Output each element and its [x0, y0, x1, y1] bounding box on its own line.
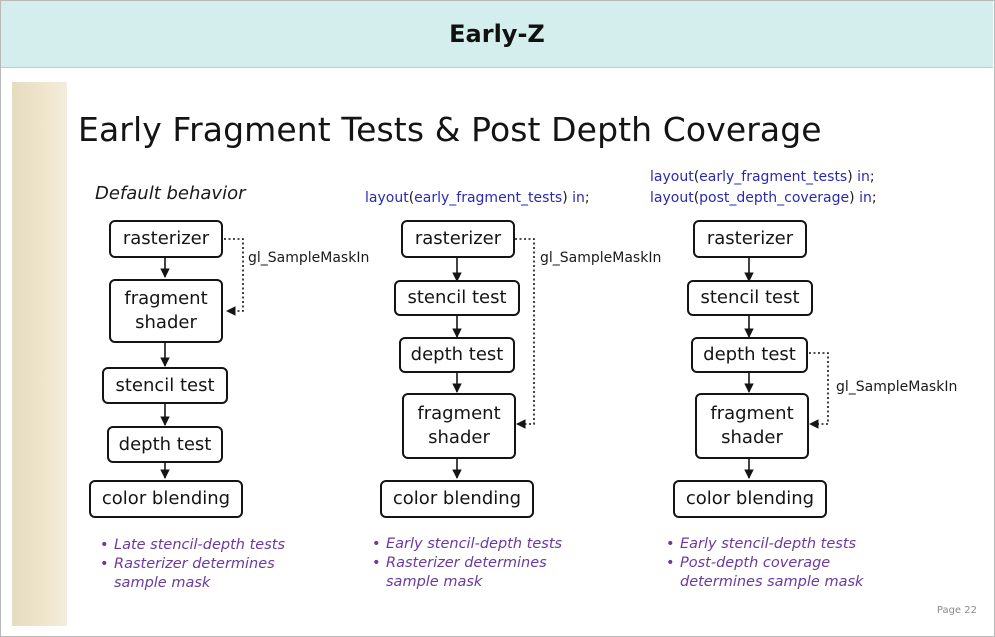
- col2-annotation: gl_SampleMaskIn: [540, 250, 662, 266]
- col2-blend-box: color blending: [380, 480, 534, 518]
- code-in: in: [859, 190, 872, 206]
- col3-fragment-label: fragment: [710, 403, 794, 424]
- col2-depth-box: depth test: [399, 337, 515, 373]
- col1-heading: Default behavior: [95, 183, 246, 204]
- col2-rasterizer-box: rasterizer: [401, 220, 515, 258]
- col1-fragment-shader-box: fragment shader: [109, 279, 223, 343]
- col1-note-1: Late stencil-depth tests: [98, 536, 285, 555]
- header-bar: Early-Z: [1, 1, 993, 68]
- col3-stencil-label: stencil test: [700, 287, 800, 308]
- col2-stencil-box: stencil test: [394, 280, 520, 316]
- col2-notes: Early stencil-depth tests Rasterizer det…: [370, 535, 562, 592]
- code-semicolon: ;: [871, 190, 877, 206]
- col1-blend-box: color blending: [89, 480, 243, 518]
- code-in: in: [572, 190, 585, 206]
- col2-code-line-1: layout(early_fragment_tests) in;: [365, 190, 590, 206]
- col1-stencil-box: stencil test: [102, 367, 228, 404]
- col2-note-3-text: sample mask: [386, 574, 483, 590]
- col1-fragment-label: fragment: [124, 288, 208, 309]
- col3-note-3-text: determines sample mask: [680, 574, 864, 590]
- col3-blend-label: color blending: [685, 488, 815, 509]
- code-arg: early_fragment_tests: [699, 169, 848, 185]
- col2-shader-label: shader: [428, 427, 490, 448]
- col2-blend-label: color blending: [392, 488, 522, 509]
- col3-blend-box: color blending: [673, 480, 827, 518]
- col2-note-1: Early stencil-depth tests: [370, 535, 562, 554]
- code-keyword: layout: [365, 190, 409, 206]
- slide: Early Fragment Tests & Post Depth Covera…: [12, 82, 989, 626]
- code-keyword: layout: [650, 169, 694, 185]
- code-paren: ): [562, 190, 568, 206]
- col1-note-3-text: sample mask: [114, 575, 211, 591]
- dotted-col3: [809, 352, 829, 429]
- code-in: in: [857, 169, 870, 185]
- dotted-col2: [515, 238, 535, 429]
- code-keyword: layout: [650, 190, 694, 206]
- col3-rasterizer-label: rasterizer: [706, 228, 794, 249]
- code-semicolon: ;: [869, 169, 875, 185]
- code-paren: ): [849, 190, 855, 206]
- col3-annotation: gl_SampleMaskIn: [836, 379, 958, 395]
- header-title: Early-Z: [449, 20, 545, 48]
- col3-notes: Early stencil-depth tests Post-depth cov…: [664, 535, 863, 592]
- col3-depth-box: depth test: [691, 337, 808, 373]
- col2-rasterizer-label: rasterizer: [414, 228, 502, 249]
- col3-depth-label: depth test: [703, 344, 796, 365]
- col1-shader-label: shader: [135, 312, 197, 333]
- code-paren: ): [847, 169, 853, 185]
- col3-note-2: Post-depth coverage: [664, 554, 863, 573]
- col2-depth-label: depth test: [410, 344, 504, 365]
- col1-note-2: Rasterizer determines: [98, 555, 285, 574]
- page-number: Page 22: [936, 605, 977, 616]
- col1-stencil-label: stencil test: [115, 374, 215, 396]
- col1-rasterizer-box: rasterizer: [109, 220, 223, 258]
- col1-annotation: gl_SampleMaskIn: [248, 250, 370, 266]
- col3-note-3: determines sample mask: [664, 573, 863, 592]
- col2-stencil-label: stencil test: [407, 287, 507, 308]
- col1-depth-label: depth test: [118, 433, 212, 455]
- col3-code-line-2: layout(post_depth_coverage) in;: [650, 190, 877, 206]
- col3-code-line-1: layout(early_fragment_tests) in;: [650, 169, 875, 185]
- code-semicolon: ;: [584, 190, 590, 206]
- dotted-col1: [224, 238, 244, 316]
- col3-stencil-box: stencil test: [687, 280, 813, 316]
- col3-shader-label: shader: [721, 427, 783, 448]
- col1-notes: Late stencil-depth tests Rasterizer dete…: [98, 536, 285, 593]
- col2-fragment-shader-box: fragment shader: [402, 393, 516, 459]
- code-arg: early_fragment_tests: [414, 190, 563, 206]
- col1-blend-label: color blending: [101, 488, 231, 509]
- col1-note-3: sample mask: [98, 574, 285, 593]
- col1-depth-box: depth test: [107, 426, 223, 463]
- col2-note-3: sample mask: [370, 573, 562, 592]
- col1-rasterizer-label: rasterizer: [122, 228, 210, 249]
- col2-fragment-label: fragment: [417, 403, 501, 424]
- col3-fragment-shader-box: fragment shader: [695, 393, 809, 459]
- code-arg: post_depth_coverage: [699, 190, 850, 206]
- col3-note-1: Early stencil-depth tests: [664, 535, 863, 554]
- col2-note-2: Rasterizer determines: [370, 554, 562, 573]
- col3-rasterizer-box: rasterizer: [693, 220, 807, 258]
